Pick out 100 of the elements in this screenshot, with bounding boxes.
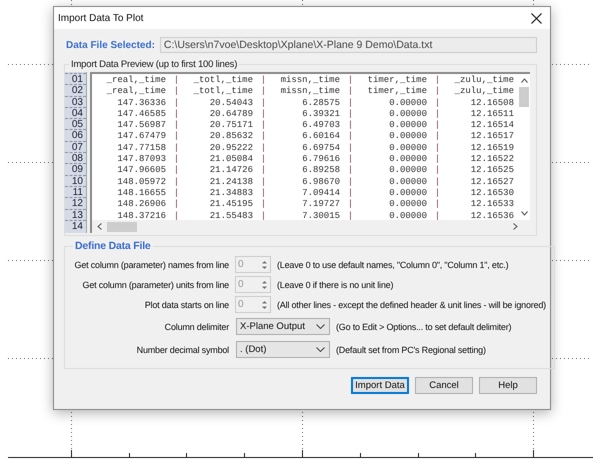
column-separator: |	[434, 165, 442, 177]
preview-cell-text: 0.00000	[388, 154, 427, 166]
column-separator: |	[172, 165, 180, 177]
preview-cell-text: _zulu,_time	[454, 86, 514, 98]
preview-cell-text: 21.05084	[208, 154, 253, 166]
preview-cell-text: 21.14726	[208, 165, 253, 177]
preview-cell-text: 147.46585	[116, 108, 166, 120]
column-separator: |	[260, 176, 268, 188]
column-separator: |	[260, 142, 268, 154]
close-icon[interactable]	[531, 12, 542, 24]
scroll-left-icon[interactable]	[97, 223, 102, 230]
column-separator: |	[172, 108, 180, 120]
column-separator: |	[346, 165, 354, 177]
preview-cell-text: missn,_time	[280, 75, 340, 86]
preview-cell-text: 147.56987	[116, 120, 166, 132]
dialog-button[interactable]: Import Data	[351, 377, 409, 394]
column-separator: |	[434, 199, 442, 211]
preview-cell-text: timer,_time	[366, 86, 427, 98]
column-separator: |	[260, 120, 268, 132]
preview-cell-text: missn,_time	[280, 86, 340, 98]
hint-text: (Leave 0 if there is no unit line)	[277, 280, 394, 290]
column-separator: |	[260, 98, 268, 109]
preview-cell-text: _zulu,_time	[454, 75, 514, 86]
scroll-thumb[interactable]	[107, 222, 137, 232]
column-separator: |	[260, 154, 268, 166]
line-number: 10	[65, 174, 86, 186]
column-separator: |	[260, 165, 268, 177]
dropdown[interactable]: . (Dot)	[236, 341, 330, 358]
column-separator: |	[172, 176, 180, 188]
preview-cell-text: 148.26906	[116, 199, 166, 211]
scroll-up-icon[interactable]	[520, 78, 528, 83]
preview-cell-text: 0.00000	[388, 108, 427, 120]
preview-cell-text: 12.16511	[470, 108, 514, 120]
column-separator: |	[346, 98, 354, 109]
column-separator: |	[172, 98, 180, 109]
preview-cell-text: 6.98670	[301, 176, 340, 188]
hint-text: (Go to Edit > Options... to set default delimiter)	[336, 322, 512, 332]
preview-cell-text: 147.77158	[116, 142, 166, 154]
preview-cell-text: 21.45195	[208, 199, 253, 211]
column-separator: |	[434, 75, 442, 86]
line-number: 07	[65, 140, 86, 152]
column-separator: |	[346, 86, 354, 98]
column-separator: |	[260, 108, 268, 120]
preview-cell-text: 0.00000	[388, 131, 427, 143]
preview-cell-text: 148.37216	[116, 210, 166, 222]
line-number: 02	[65, 84, 86, 96]
column-separator: |	[260, 131, 268, 143]
preview-cell-text: 12.16530	[470, 188, 514, 200]
column-separator: |	[346, 142, 354, 154]
preview-cell-text: 0.00000	[388, 176, 427, 188]
preview-cell-text: 0.00000	[388, 188, 427, 200]
preview-cell-text: 21.34883	[208, 188, 253, 200]
column-separator: |	[434, 188, 442, 200]
preview-cell-text: 20.85632	[208, 131, 253, 143]
line-number: 08	[65, 152, 86, 164]
scroll-thumb[interactable]	[519, 87, 529, 107]
preview-cell-text: 6.49703	[301, 120, 340, 132]
column-separator: |	[260, 199, 268, 211]
preview-cell-text: 12.16517	[470, 131, 514, 143]
preview-cell-text: 7.09414	[301, 188, 340, 200]
line-number: 01	[65, 73, 86, 84]
field-label: Get column (parameter) names from line	[74, 260, 230, 270]
horizontal-scrollbar[interactable]	[92, 220, 530, 233]
preview-cell-text: 12.16536	[470, 210, 514, 222]
preview-cell-text: 6.89258	[301, 165, 340, 177]
field-label: Number decimal symbol	[136, 344, 230, 354]
column-separator: |	[346, 154, 354, 166]
dropdown[interactable]: X-Plane Output	[236, 318, 330, 335]
column-separator: |	[172, 142, 180, 154]
column-separator: |	[172, 75, 180, 86]
preview-cell-text: 6.69754	[301, 142, 340, 154]
preview-cell-text: 0.00000	[388, 199, 427, 211]
column-separator: |	[172, 188, 180, 200]
group-title: Define Data File	[74, 240, 152, 252]
preview-cell-text: 21.55483	[208, 210, 253, 222]
column-separator: |	[260, 75, 268, 86]
column-separator: |	[346, 108, 354, 120]
column-separator: |	[434, 142, 442, 154]
column-separator: |	[172, 86, 180, 98]
preview-cell-text: 6.39321	[301, 108, 340, 120]
preview-cell-text: 148.16655	[116, 188, 166, 200]
scroll-down-icon[interactable]	[520, 211, 528, 216]
dialog-button[interactable]: Help	[479, 377, 537, 394]
dialog-button[interactable]: Cancel	[415, 377, 473, 394]
line-number: 09	[65, 163, 86, 175]
preview-cell-text: 147.36336	[116, 98, 166, 109]
preview-cell-text: 147.67479	[116, 131, 166, 143]
preview-cell-text: 6.79616	[301, 154, 340, 166]
column-separator: |	[346, 199, 354, 211]
preview-cell-text: 12.16514	[470, 120, 514, 132]
line-number: 11	[65, 186, 86, 198]
column-separator: |	[172, 199, 180, 211]
preview-cell-text: 0.00000	[388, 120, 427, 132]
preview-cell-text: _totl,_time	[192, 86, 253, 98]
chevron-down-icon[interactable]	[316, 324, 325, 329]
column-separator: |	[172, 131, 180, 143]
file-path-field: C:\Users\n7voe\Desktop\Xplane\X-Plane 9 Demo\Data.txt	[160, 37, 537, 53]
field-label: Column delimiter	[164, 322, 230, 332]
scroll-right-icon[interactable]	[513, 223, 518, 230]
chevron-down-icon[interactable]	[316, 347, 325, 352]
